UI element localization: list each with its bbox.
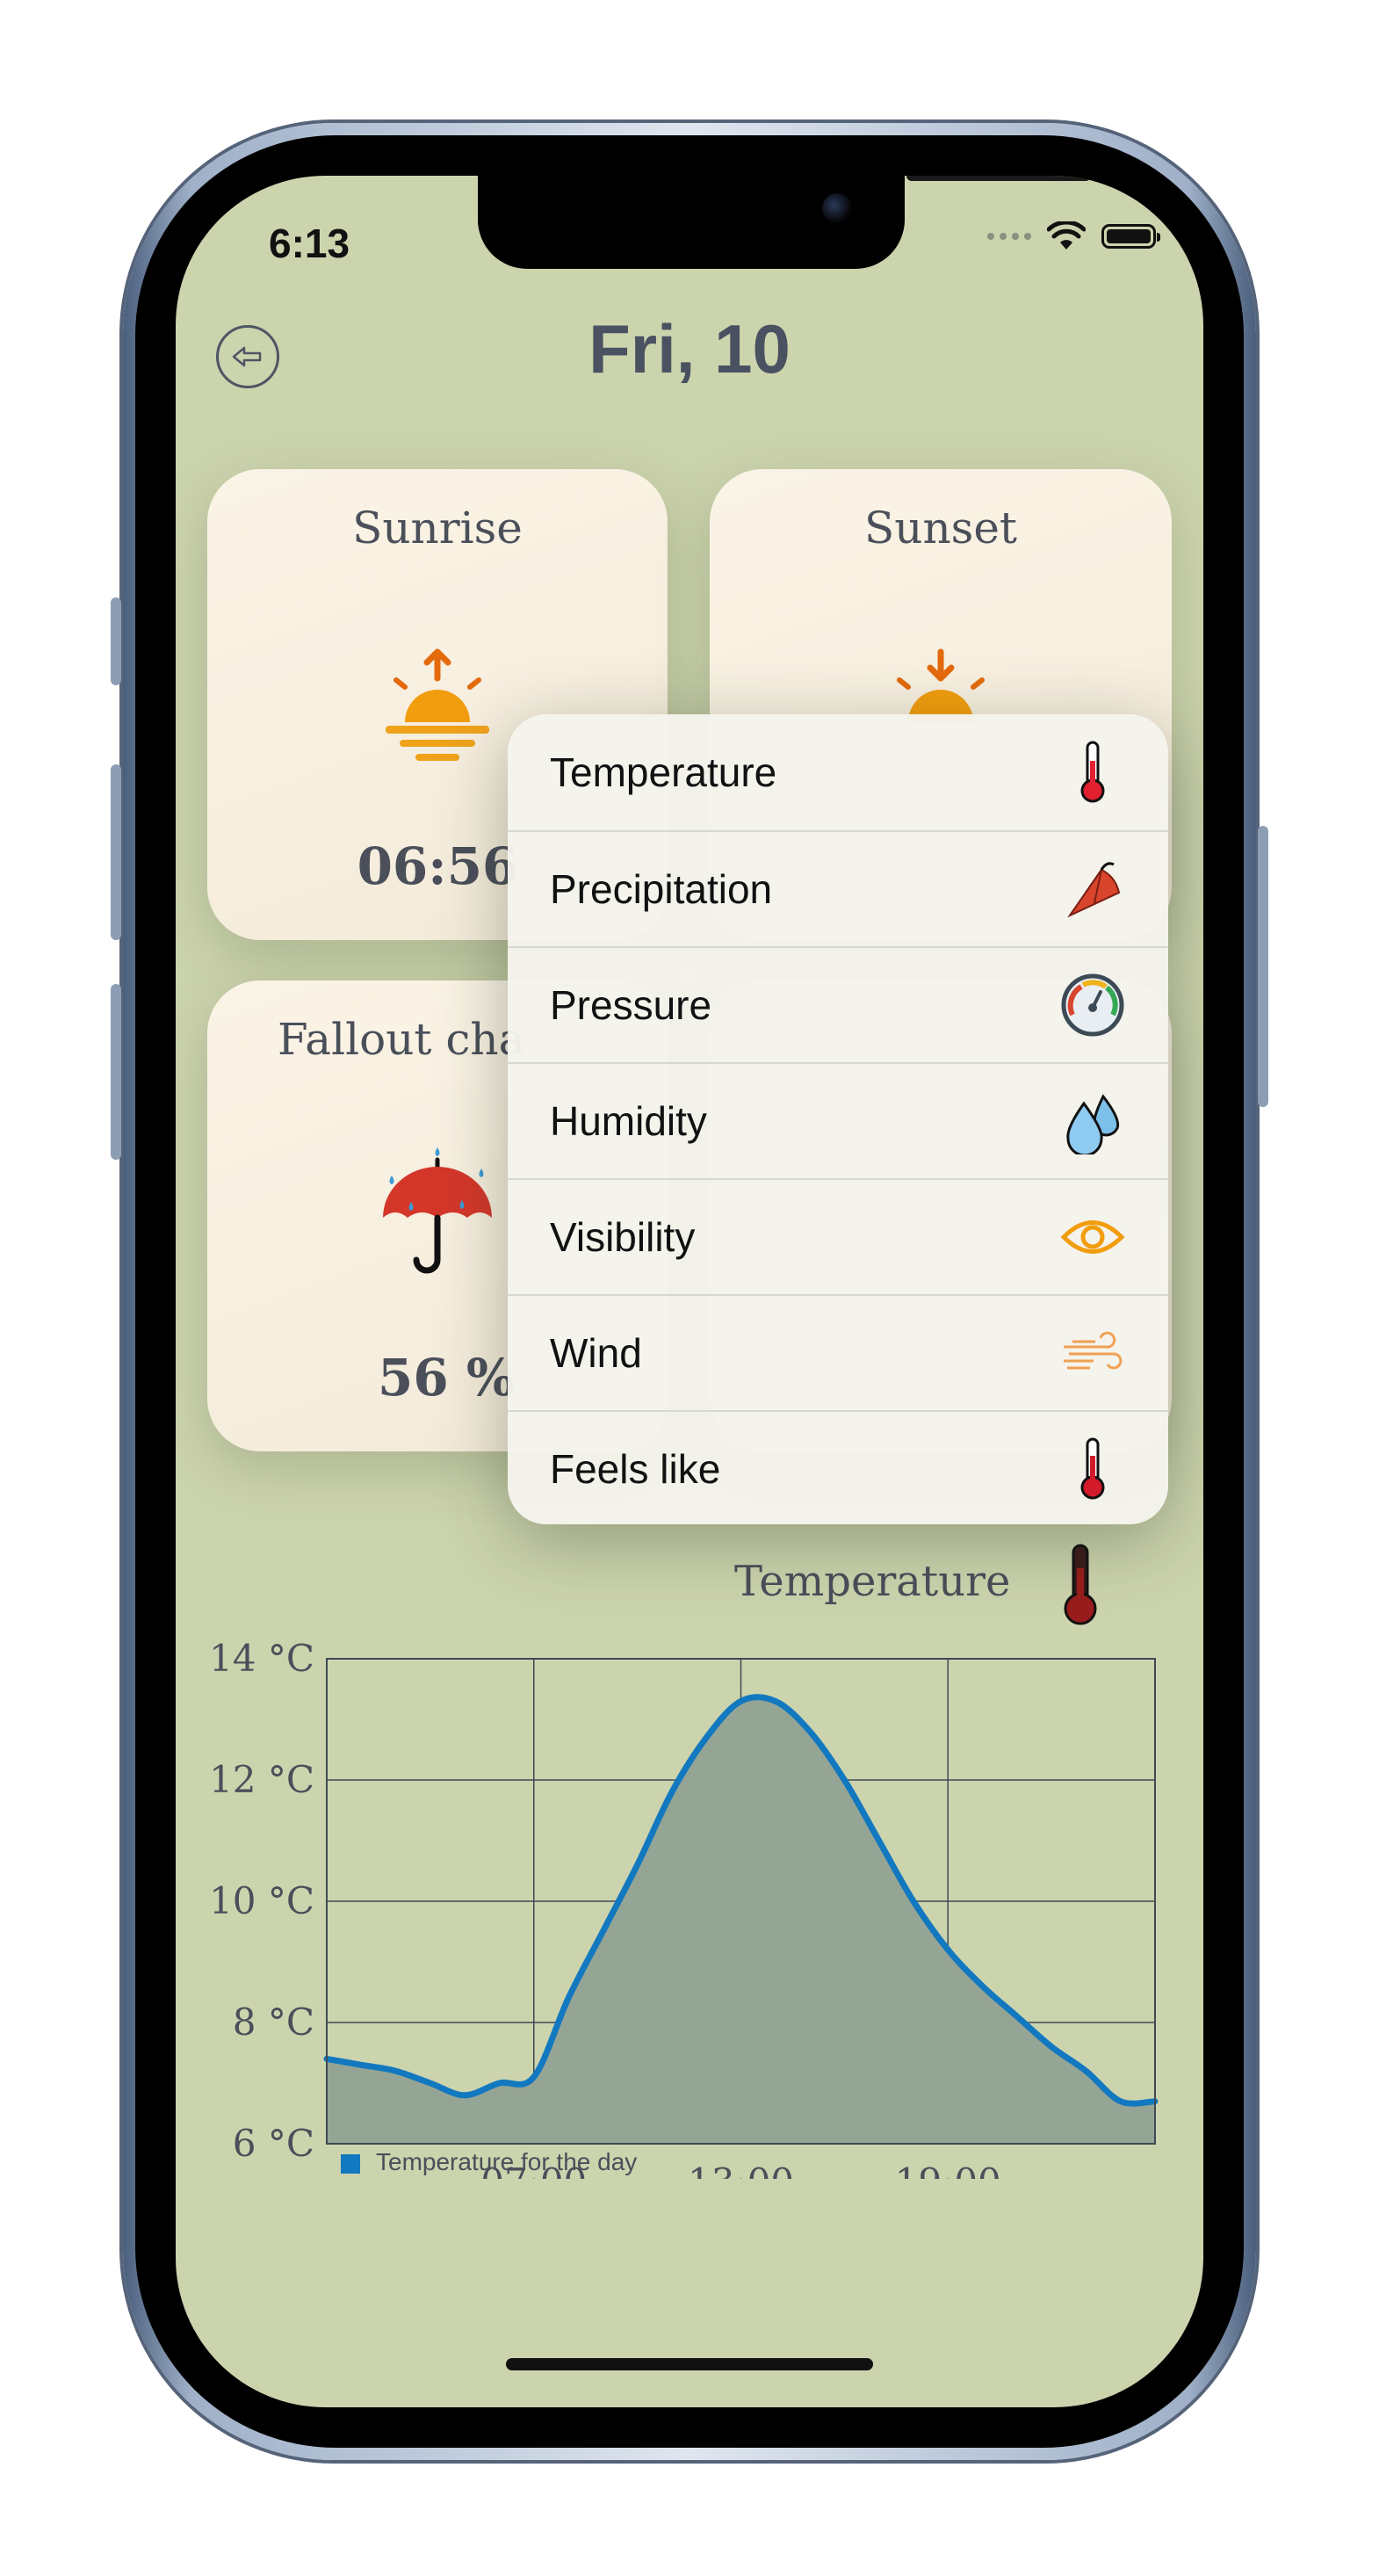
menu-item-label: Feels like xyxy=(550,1446,721,1492)
menu-item-label: Visibility xyxy=(550,1214,696,1260)
umbrella-icon xyxy=(1058,854,1128,924)
water-drops-icon xyxy=(1058,1086,1128,1156)
volume-up-button xyxy=(111,764,121,940)
sunrise-title: Sunrise xyxy=(352,503,523,554)
notch xyxy=(478,176,1091,269)
temperature-area xyxy=(327,1697,1155,2144)
menu-item-feels-like[interactable]: Feels like xyxy=(508,1410,1168,1524)
x-tick-label: 19:00 xyxy=(895,2160,1001,2179)
menu-item-visibility[interactable]: Visibility xyxy=(508,1178,1168,1294)
speaker xyxy=(906,176,1091,181)
thermometer-icon[interactable] xyxy=(1063,1542,1098,1626)
y-tick-label: 6 °C xyxy=(233,2122,314,2165)
menu-item-wind[interactable]: Wind xyxy=(508,1294,1168,1410)
mute-switch xyxy=(111,597,121,685)
page-title: Fri, 10 xyxy=(588,310,791,387)
y-tick-label: 14 °C xyxy=(209,1637,314,1680)
menu-item-temperature[interactable]: Temperature xyxy=(508,714,1168,830)
signal-icon xyxy=(987,233,1031,240)
y-tick-label: 10 °C xyxy=(209,1879,314,1922)
status-icons xyxy=(987,221,1160,251)
sunset-icon xyxy=(897,648,985,722)
legend-label: Temperature for the day xyxy=(376,2148,637,2175)
thermometer-icon xyxy=(1058,1434,1128,1504)
menu-item-label: Precipitation xyxy=(550,866,773,912)
eye-icon xyxy=(1058,1202,1128,1272)
thermometer-icon xyxy=(1058,737,1128,807)
menu-item-label: Pressure xyxy=(550,982,712,1028)
front-camera xyxy=(822,193,852,223)
metric-selector-label[interactable]: Temperature xyxy=(734,1557,1010,1606)
gauge-icon xyxy=(1058,970,1128,1040)
y-tick-label: 12 °C xyxy=(209,1758,314,1801)
home-indicator[interactable] xyxy=(506,2358,873,2370)
volume-down-button xyxy=(111,984,121,1160)
wifi-icon xyxy=(1047,221,1086,250)
menu-item-precipitation[interactable]: Precipitation xyxy=(508,830,1168,946)
status-time: 6:13 xyxy=(269,221,350,266)
legend-swatch xyxy=(341,2154,360,2174)
menu-item-label: Wind xyxy=(550,1330,642,1376)
power-button xyxy=(1258,826,1268,1107)
wind-icon xyxy=(1058,1318,1128,1388)
metric-dropdown-menu: Temperature Precipitation Pressure Humid… xyxy=(508,714,1168,1524)
menu-item-pressure[interactable]: Pressure xyxy=(508,946,1168,1062)
sunrise-icon xyxy=(386,648,489,761)
menu-item-label: Humidity xyxy=(550,1098,707,1144)
umbrella-rain-icon xyxy=(383,1147,492,1274)
menu-item-label: Temperature xyxy=(550,749,777,795)
sunset-title: Sunset xyxy=(864,503,1017,554)
battery-icon xyxy=(1101,224,1160,249)
y-tick-label: 8 °C xyxy=(233,2001,314,2044)
temperature-chart: 14 °C12 °C10 °C8 °C6 °C 07:0013:0019:00 … xyxy=(209,1637,1159,2179)
menu-item-humidity[interactable]: Humidity xyxy=(508,1062,1168,1178)
x-tick-label: 13:00 xyxy=(688,2160,794,2179)
app-screen: 6:13 Fri, 10 Sunrise 06:56 Sunset Fallou… xyxy=(176,176,1203,2407)
